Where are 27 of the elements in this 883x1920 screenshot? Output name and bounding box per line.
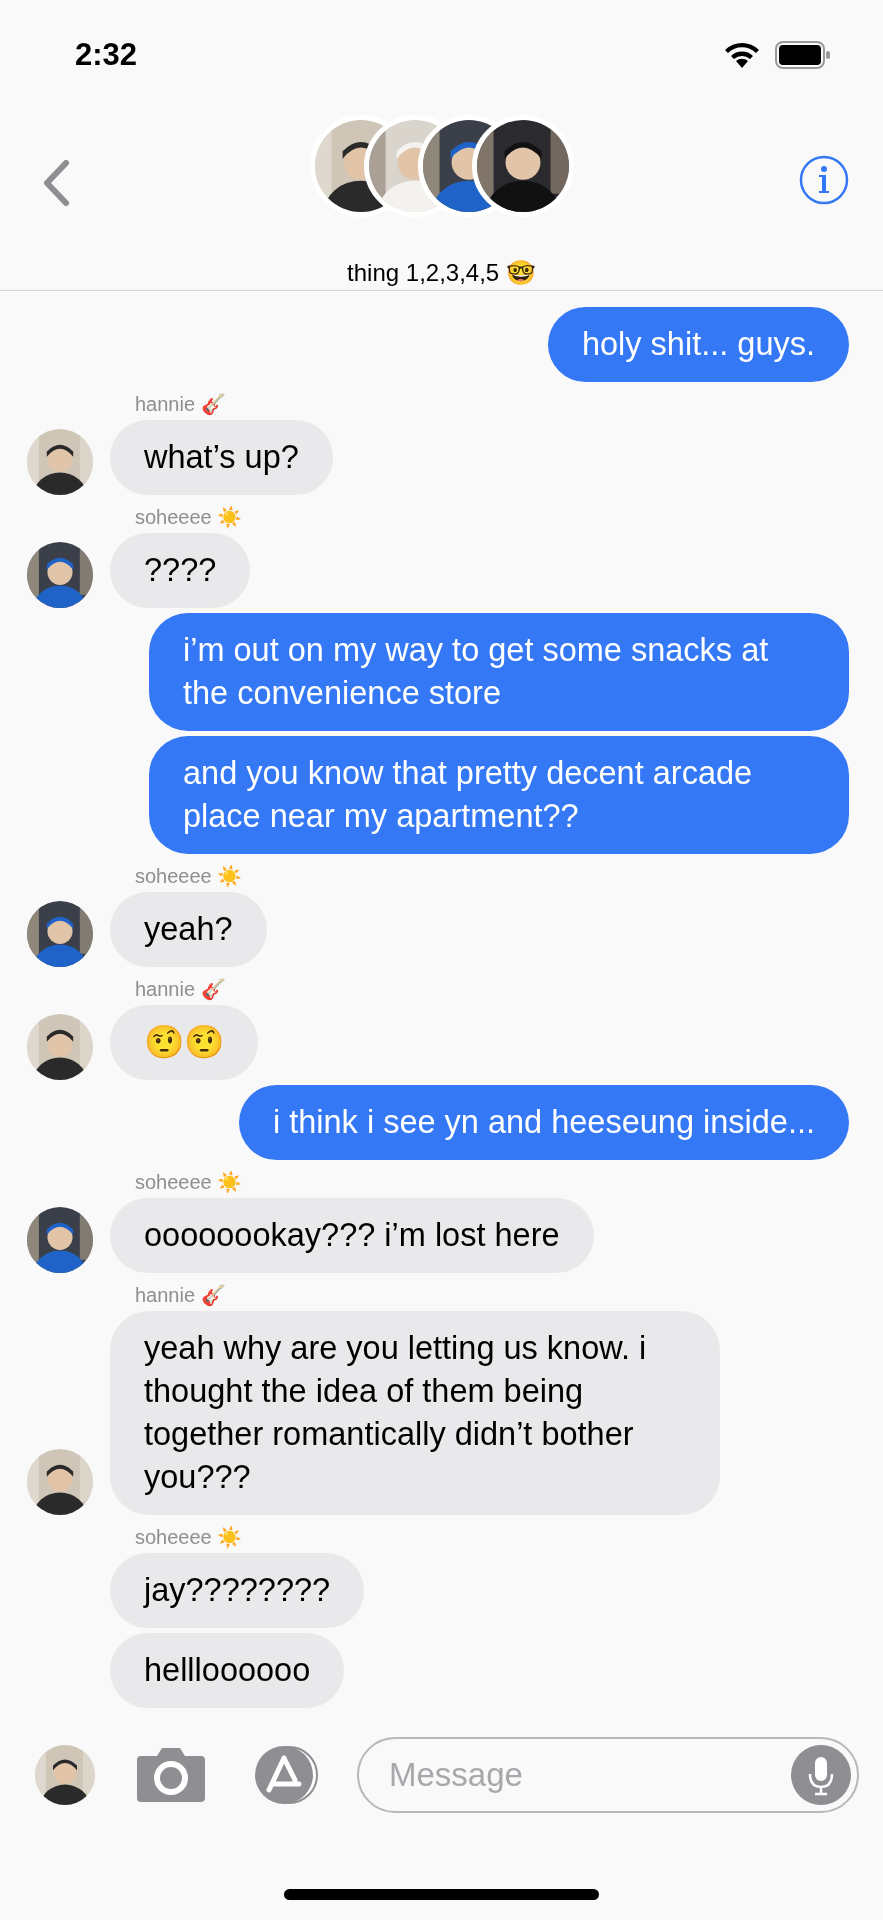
info-icon[interactable]	[799, 155, 849, 205]
wifi-icon	[723, 41, 761, 69]
received-message-bubble: oooooookay??? i’m lost here	[110, 1198, 594, 1273]
sender-name: soheeee ☀	[135, 506, 244, 528]
sent-message-bubble: i’m out on my way to get some snacks at the convenience store	[149, 613, 849, 731]
conversation-title[interactable]: thing 1,2,3,4,5 🤓	[0, 259, 883, 287]
sent-message-bubble: holy shit... guys.	[547, 307, 849, 382]
received-message-bubble: yeah why are you letting us know. i thought the idea of them being together romantically didn’t bother you???	[110, 1311, 720, 1515]
received-message-bubble: what’s up?	[110, 420, 333, 495]
sender-name: soheeee ☀	[135, 1526, 244, 1548]
received-message-bubble: 🤨🤨	[110, 1005, 258, 1080]
received-message-bubble: jay????????	[110, 1553, 365, 1628]
sender-name: hannie 🎸	[135, 978, 227, 1000]
received-message-bubble: hellloooooo	[110, 1633, 345, 1708]
sender-name: hannie 🎸	[135, 1284, 227, 1306]
sent-message-bubble: i think i see yn and heeseung inside...	[238, 1085, 849, 1160]
sender-name: hannie 🎸	[135, 393, 227, 415]
sent-message-bubble: and you know that pretty decent arcade place near my apartment??	[149, 736, 849, 854]
received-message-bubble: yeah?	[110, 892, 267, 967]
microphone-icon[interactable]	[791, 1745, 851, 1805]
sender-name: soheeee ☀	[135, 1171, 244, 1193]
battery-icon	[775, 41, 831, 69]
received-message-bubble: ????	[110, 533, 251, 608]
camera-icon[interactable]	[135, 1746, 207, 1804]
sender-name: soheeee ☀	[135, 865, 244, 887]
status-time: 2:32	[75, 37, 138, 73]
back-icon[interactable]	[42, 160, 70, 206]
